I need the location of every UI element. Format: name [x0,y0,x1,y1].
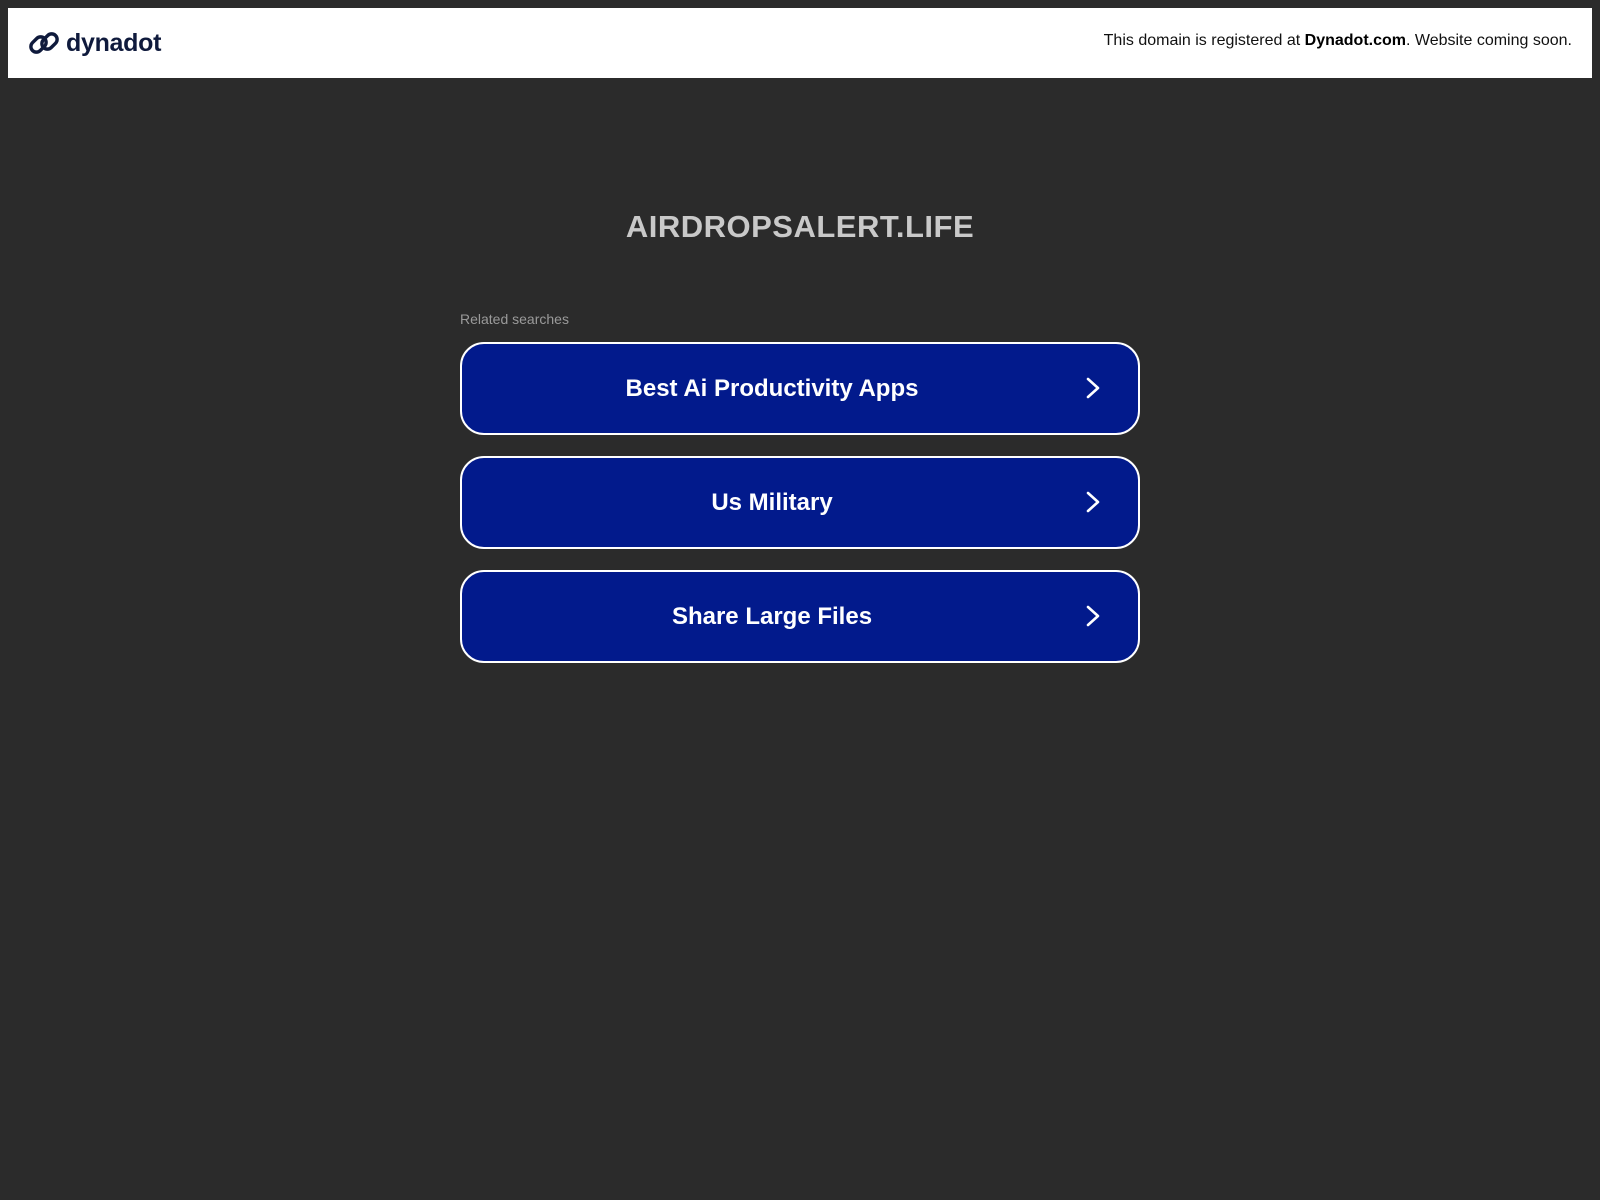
notice-suffix: . Website coming soon. [1405,32,1572,49]
related-searches-label: Related searches [460,311,569,327]
top-bar: dynadot This domain is registered at Dyn… [8,8,1592,78]
dynadot-logo-link[interactable]: dynadot [27,25,161,61]
domain-name-title: AIRDROPSALERT.LIFE [625,209,975,244]
related-search-button-us-military[interactable]: Us Military [460,456,1140,549]
related-searches-list: Best Ai Productivity Apps Us Military Sh… [460,342,1140,684]
link-icon [29,32,59,54]
chevron-right-icon [1086,605,1100,627]
chevron-right-icon [1086,491,1100,513]
registrar-link[interactable]: Dynadot.com [1305,32,1406,49]
related-search-label: Us Military [711,489,833,516]
parked-domain-page: dynadot This domain is registered at Dyn… [0,0,1600,1200]
notice-prefix: This domain is registered at [1103,32,1305,49]
related-search-button-share-large-files[interactable]: Share Large Files [460,570,1140,663]
related-search-button-best-ai-productivity-apps[interactable]: Best Ai Productivity Apps [460,342,1140,435]
chevron-right-icon [1086,377,1100,399]
related-search-label: Share Large Files [671,603,873,630]
related-search-label: Best Ai Productivity Apps [625,375,919,402]
brand-name: dynadot [66,28,162,57]
registration-notice: This domain is registered at Dynadot.com… [1104,32,1572,50]
